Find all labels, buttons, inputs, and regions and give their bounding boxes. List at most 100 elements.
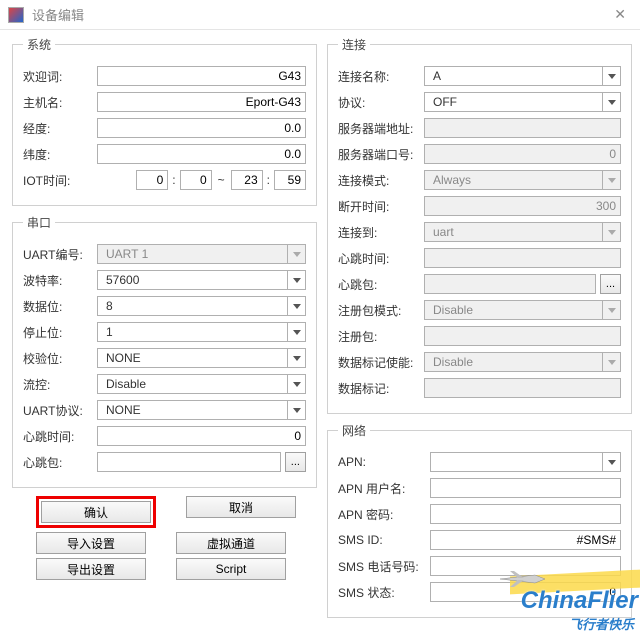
uartproto-select[interactable]: NONE	[97, 400, 306, 420]
legend-connection: 连接	[338, 36, 370, 53]
titlebar: 设备编辑 ✕	[0, 0, 640, 30]
conn-hbpkt-browse-button[interactable]: ...	[600, 274, 621, 294]
iot-m1-input[interactable]	[180, 170, 212, 190]
label-server-addr: 服务器端地址:	[338, 120, 424, 137]
apn-pass-input[interactable]	[430, 504, 621, 524]
script-button[interactable]: Script	[176, 558, 286, 580]
reg-pkt-input	[424, 326, 621, 346]
label-tag-enable: 数据标记使能:	[338, 354, 424, 371]
chevron-down-icon	[287, 375, 305, 393]
server-addr-input	[424, 118, 621, 138]
label-serial-hbtime: 心跳时间:	[23, 428, 97, 445]
label-sms-phone: SMS 电话号码:	[338, 558, 430, 575]
label-baud: 波特率:	[23, 272, 97, 289]
conn-proto-select[interactable]: OFF	[424, 92, 621, 112]
label-disc-time: 断开时间:	[338, 198, 424, 215]
label-serial-hbpkt: 心跳包:	[23, 454, 97, 471]
time-dash: ~	[218, 173, 225, 187]
lat-input[interactable]	[97, 144, 306, 164]
label-lon: 经度:	[23, 120, 97, 137]
disc-time-input	[424, 196, 621, 216]
label-apn: APN:	[338, 455, 430, 469]
chevron-down-icon	[602, 301, 620, 319]
chevron-down-icon	[287, 349, 305, 367]
label-reg-mode: 注册包模式:	[338, 302, 424, 319]
group-serial: 串口 UART编号: UART 1 波特率: 57600 数据位: 8 停止位:…	[12, 214, 317, 488]
chevron-down-icon	[602, 93, 620, 111]
group-network: 网络 APN: APN 用户名: APN 密码: SMS ID: SMS 电话号…	[327, 422, 632, 618]
apn-user-input[interactable]	[430, 478, 621, 498]
ok-button[interactable]: 确认	[41, 501, 151, 523]
group-system: 系统 欢迎词: 主机名: 经度: 纬度: IOT时间: :	[12, 36, 317, 206]
label-apn-pass: APN 密码:	[338, 506, 430, 523]
databits-select[interactable]: 8	[97, 296, 306, 316]
sms-status-input[interactable]	[430, 582, 621, 602]
chevron-down-icon	[602, 67, 620, 85]
iot-m2-input[interactable]	[274, 170, 306, 190]
label-server-port: 服务器端口号:	[338, 146, 424, 163]
label-parity: 校验位:	[23, 350, 97, 367]
uartno-select: UART 1	[97, 244, 306, 264]
cancel-button[interactable]: 取消	[186, 496, 296, 518]
chevron-down-icon	[287, 271, 305, 289]
label-conn-hbtime: 心跳时间:	[338, 250, 424, 267]
label-welcome: 欢迎词:	[23, 68, 97, 85]
label-uartno: UART编号:	[23, 246, 97, 263]
chevron-down-icon	[602, 223, 620, 241]
chevron-down-icon	[602, 353, 620, 371]
app-icon	[8, 7, 24, 23]
label-conn-to: 连接到:	[338, 224, 424, 241]
legend-network: 网络	[338, 422, 370, 439]
apn-select[interactable]	[430, 452, 621, 472]
vchan-button[interactable]: 虚拟通道	[176, 532, 286, 554]
label-conn-mode: 连接模式:	[338, 172, 424, 189]
lon-input[interactable]	[97, 118, 306, 138]
conn-hbtime-input	[424, 248, 621, 268]
close-icon[interactable]: ✕	[608, 6, 632, 23]
sms-phone-input[interactable]	[430, 556, 621, 576]
conn-name-select[interactable]: A	[424, 66, 621, 86]
label-conn-proto: 协议:	[338, 94, 424, 111]
label-conn-hbpkt: 心跳包:	[338, 276, 424, 293]
chevron-down-icon	[602, 453, 620, 471]
label-sms-status: SMS 状态:	[338, 584, 430, 601]
tag-enable-select: Disable	[424, 352, 621, 372]
hostname-input[interactable]	[97, 92, 306, 112]
stopbits-select[interactable]: 1	[97, 322, 306, 342]
serial-hbpkt-browse-button[interactable]: ...	[285, 452, 306, 472]
label-hostname: 主机名:	[23, 94, 97, 111]
label-iot: IOT时间:	[23, 172, 97, 189]
label-apn-user: APN 用户名:	[338, 480, 430, 497]
time-sep2: :	[267, 173, 270, 187]
legend-system: 系统	[23, 36, 55, 53]
label-databits: 数据位:	[23, 298, 97, 315]
ok-highlight: 确认	[36, 496, 156, 528]
tag-input	[424, 378, 621, 398]
label-lat: 纬度:	[23, 146, 97, 163]
label-sms-id: SMS ID:	[338, 533, 430, 547]
reg-mode-select: Disable	[424, 300, 621, 320]
conn-hbpkt-input	[424, 274, 596, 294]
label-flow: 流控:	[23, 376, 97, 393]
chevron-down-icon	[287, 323, 305, 341]
serial-hbtime-input[interactable]	[97, 426, 306, 446]
parity-select[interactable]: NONE	[97, 348, 306, 368]
sms-id-input[interactable]	[430, 530, 621, 550]
conn-to-select: uart	[424, 222, 621, 242]
label-uartproto: UART协议:	[23, 402, 97, 419]
chevron-down-icon	[287, 401, 305, 419]
chevron-down-icon	[602, 171, 620, 189]
export-button[interactable]: 导出设置	[36, 558, 146, 580]
import-button[interactable]: 导入设置	[36, 532, 146, 554]
iot-h1-input[interactable]	[136, 170, 168, 190]
iot-h2-input[interactable]	[231, 170, 263, 190]
label-conn-name: 连接名称:	[338, 68, 424, 85]
label-reg-pkt: 注册包:	[338, 328, 424, 345]
label-stopbits: 停止位:	[23, 324, 97, 341]
serial-hbpkt-input[interactable]	[97, 452, 281, 472]
baud-select[interactable]: 57600	[97, 270, 306, 290]
welcome-input[interactable]	[97, 66, 306, 86]
server-port-input	[424, 144, 621, 164]
flow-select[interactable]: Disable	[97, 374, 306, 394]
legend-serial: 串口	[23, 214, 55, 231]
